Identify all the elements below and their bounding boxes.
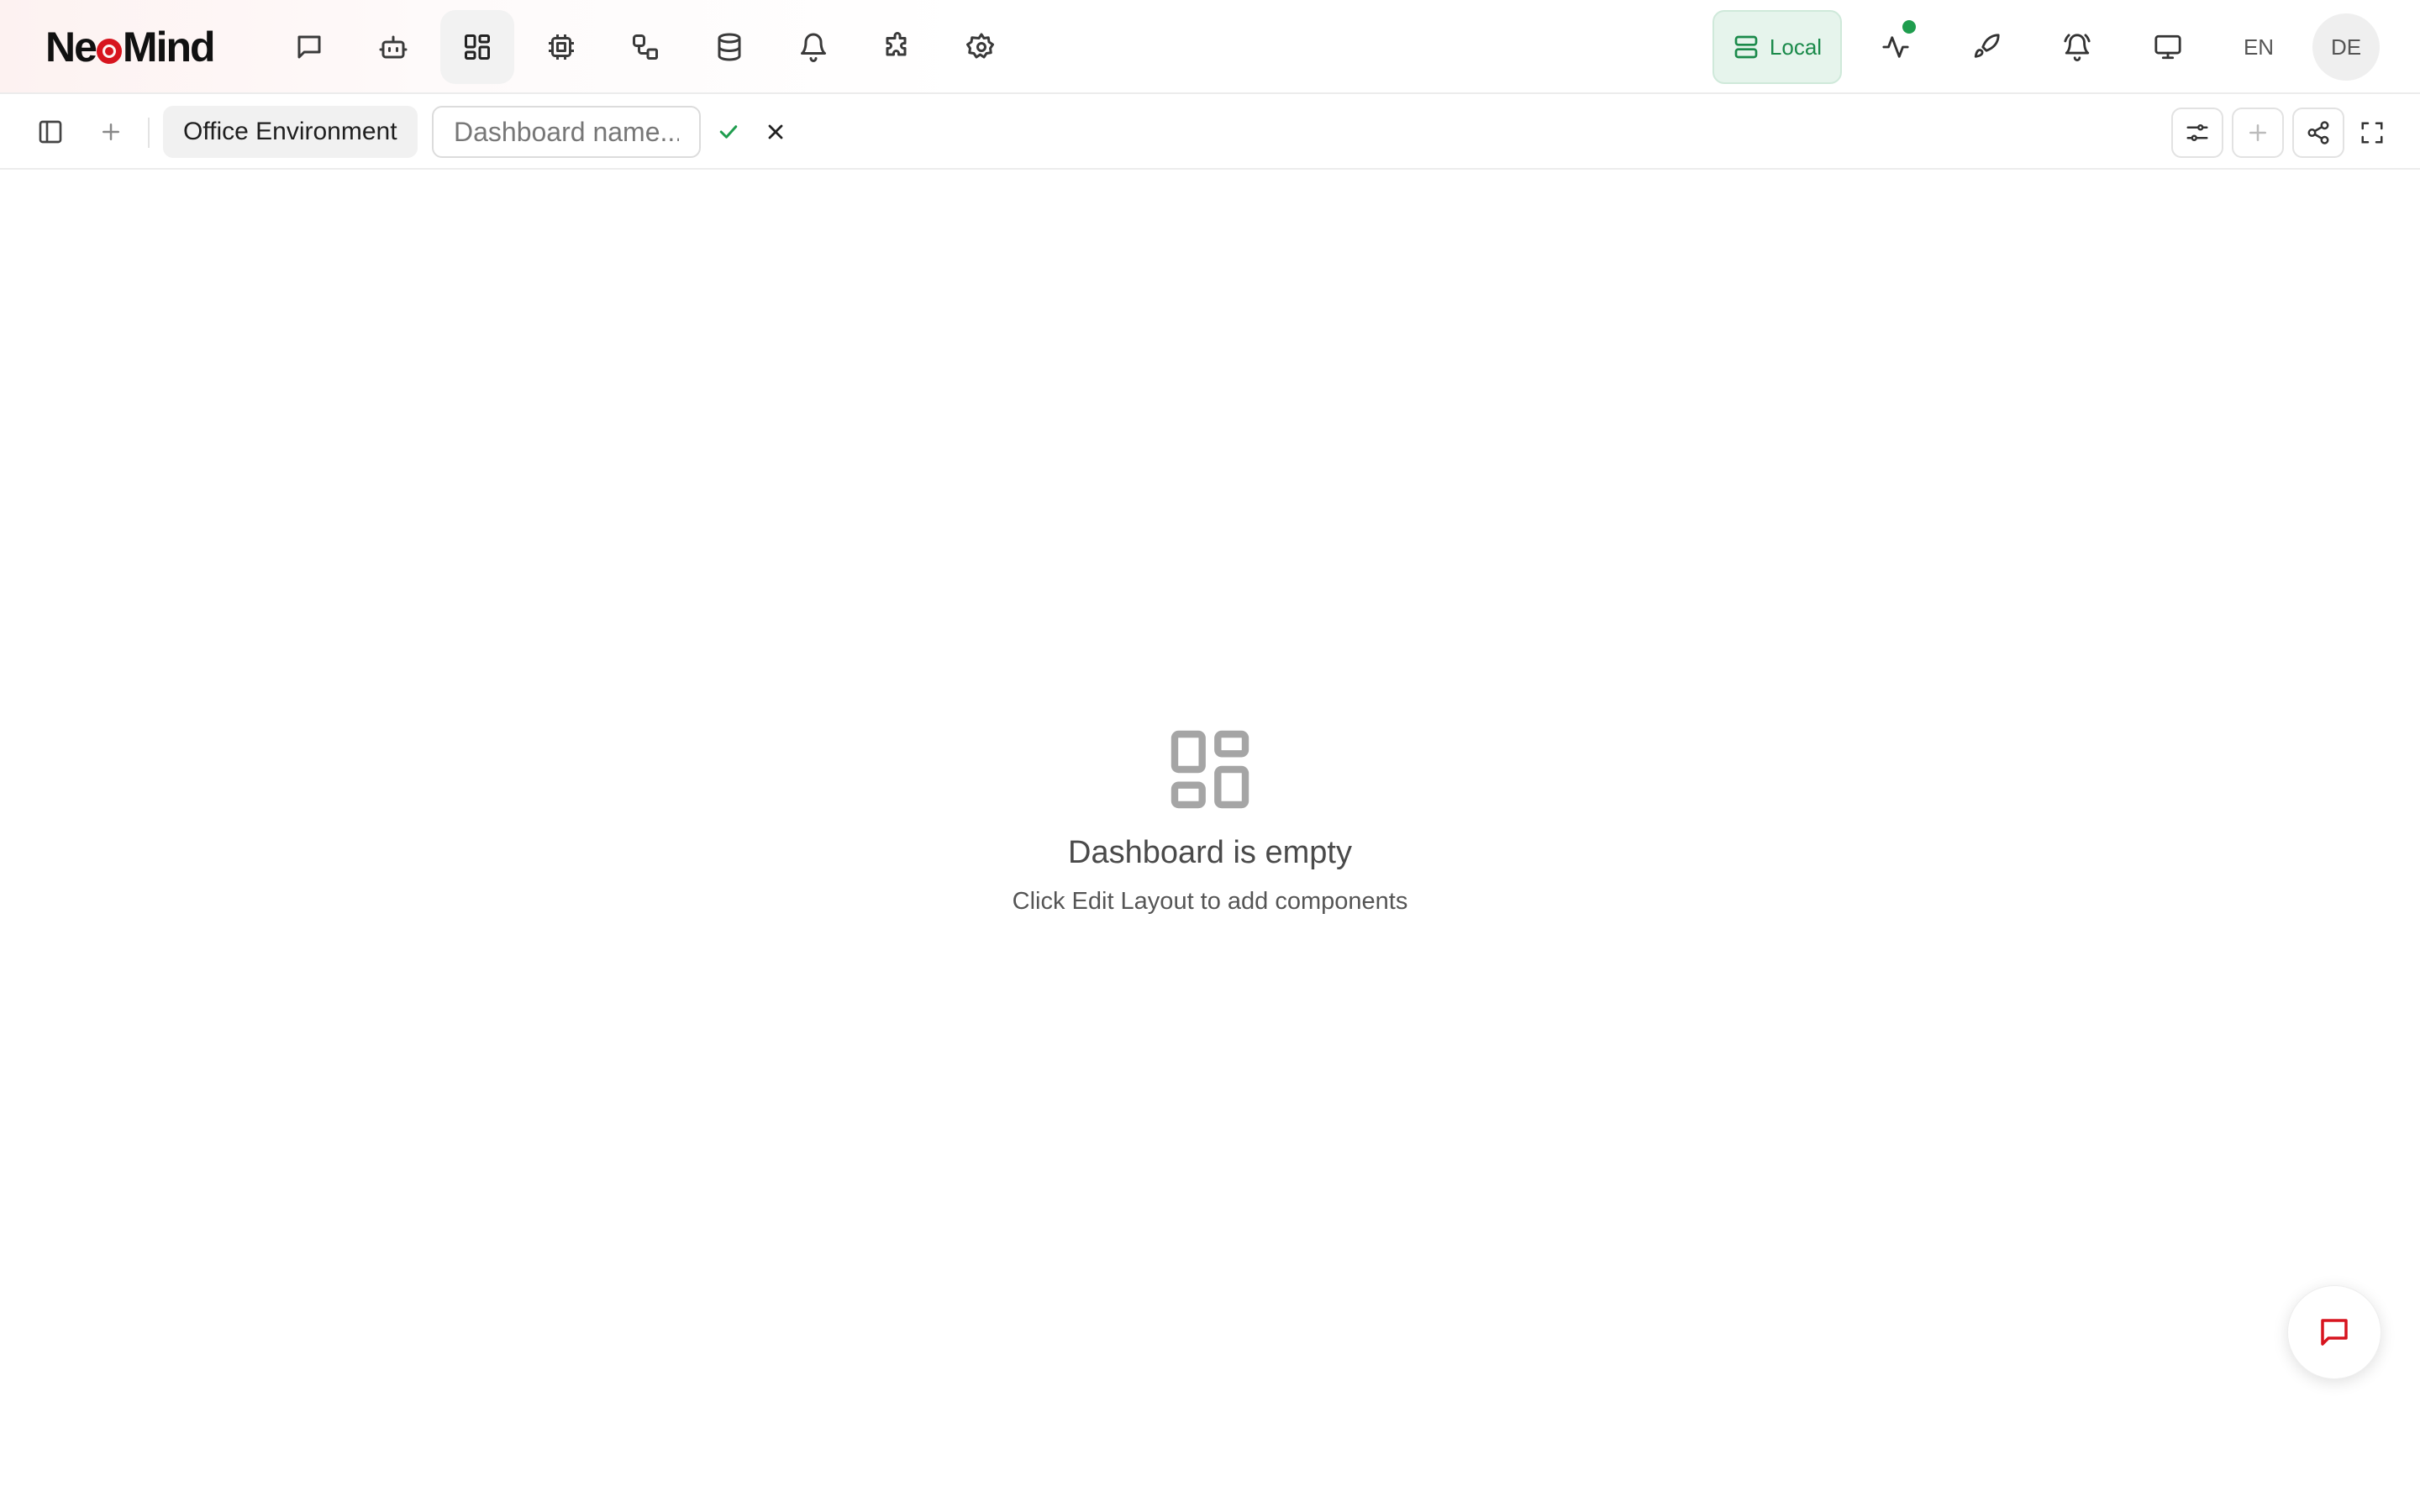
puzzle-icon <box>882 32 913 62</box>
dashboard-toolbar: Office Environment <box>0 94 2420 170</box>
share-dashboard-button[interactable] <box>2292 108 2344 158</box>
nav-chat[interactable] <box>272 10 346 84</box>
empty-state-subtitle: Click Edit Layout to add components <box>1012 888 1408 915</box>
rocket-icon <box>1972 33 2001 61</box>
dashboard-layout-icon <box>1163 722 1257 816</box>
system-status-button[interactable] <box>1859 10 1933 84</box>
nav-data[interactable] <box>692 10 766 84</box>
neomind-logo[interactable]: Ne Mind <box>45 22 216 72</box>
toolbar-divider <box>148 118 150 148</box>
check-icon <box>716 119 741 144</box>
cancel-name-button[interactable] <box>755 111 797 153</box>
alerts-button[interactable] <box>2040 10 2114 84</box>
robot-icon <box>378 32 408 62</box>
sidebar-icon <box>37 118 64 145</box>
close-icon <box>764 120 787 144</box>
language-en-button[interactable]: EN <box>2227 10 2291 84</box>
server-icon <box>1733 34 1760 60</box>
empty-state-title: Dashboard is empty <box>1068 835 1352 870</box>
dashboard-name-input[interactable] <box>432 106 701 158</box>
language-de-button[interactable]: DE <box>2312 13 2380 81</box>
chip-icon <box>546 32 576 62</box>
alarm-bell-icon <box>2063 33 2091 61</box>
dashboard-icon <box>462 32 492 62</box>
sliders-icon <box>2185 120 2210 145</box>
chat-icon <box>2317 1315 2352 1350</box>
chat-icon <box>294 32 324 62</box>
connection-label: Local <box>1769 34 1823 60</box>
floating-chat-button[interactable] <box>2287 1285 2381 1379</box>
nav-devices[interactable] <box>524 10 598 84</box>
nav-agents[interactable] <box>356 10 430 84</box>
connection-local-button[interactable]: Local <box>1712 10 1842 84</box>
monitor-icon <box>2154 33 2182 61</box>
activity-icon <box>1881 33 1910 61</box>
nav-dashboard[interactable] <box>440 10 514 84</box>
nav-notifications[interactable] <box>776 10 850 84</box>
quick-start-button[interactable] <box>1949 10 2023 84</box>
fullscreen-button[interactable] <box>2346 108 2398 158</box>
add-dashboard-button[interactable] <box>87 108 134 155</box>
plus-icon <box>98 119 124 144</box>
gear-icon <box>966 32 997 62</box>
share-icon <box>2306 120 2331 145</box>
add-component-button[interactable] <box>2232 108 2284 158</box>
confirm-name-button[interactable] <box>708 111 750 153</box>
top-navigation-bar: Ne Mind Local EN DE <box>0 0 2420 94</box>
bell-icon <box>798 32 829 62</box>
workflow-icon <box>630 32 660 62</box>
dashboard-settings-button[interactable] <box>2171 108 2223 158</box>
database-icon <box>714 32 744 62</box>
plus-icon <box>2245 120 2270 145</box>
empty-dashboard-state: Dashboard is empty Click Edit Layout to … <box>874 722 1546 974</box>
status-indicator-dot <box>1902 20 1916 34</box>
toggle-sidebar-button[interactable] <box>27 108 74 155</box>
tab-office-environment[interactable]: Office Environment <box>163 106 418 158</box>
nav-settings[interactable] <box>944 10 1018 84</box>
fullscreen-icon <box>2360 120 2385 145</box>
nav-extensions[interactable] <box>860 10 934 84</box>
display-mode-button[interactable] <box>2131 10 2205 84</box>
nav-workflows[interactable] <box>608 10 682 84</box>
